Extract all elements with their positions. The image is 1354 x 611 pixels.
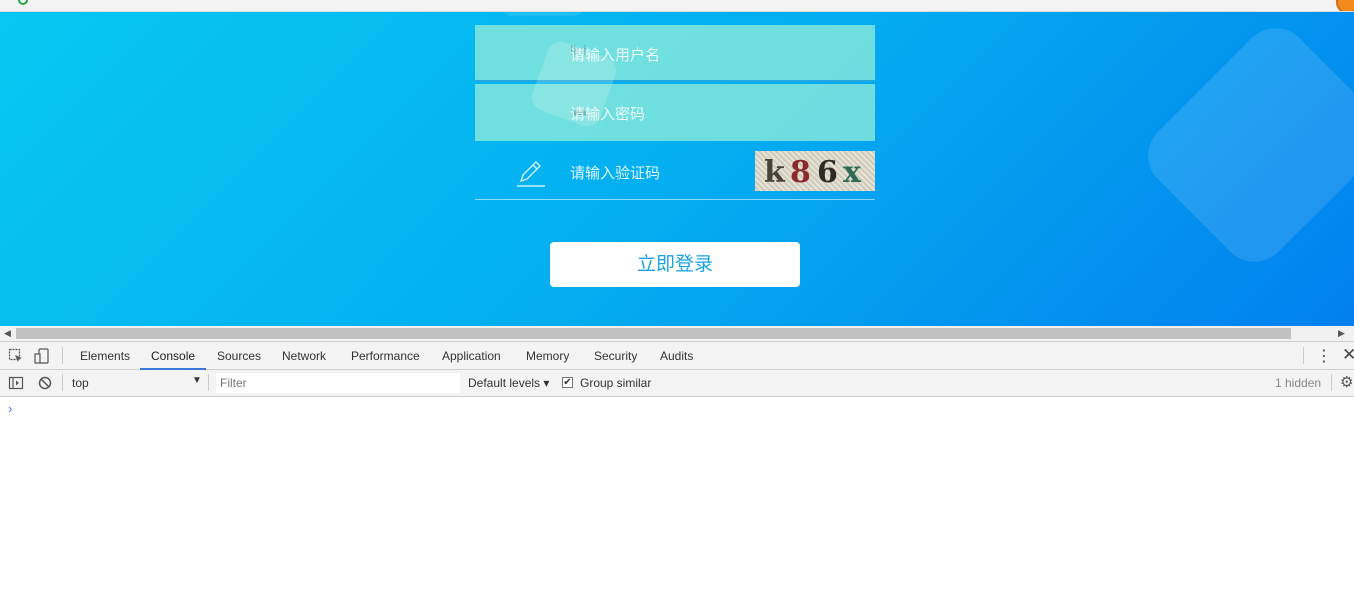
devtools-tab-bar: Elements Console Sources Network Perform…: [0, 341, 1354, 370]
inspect-element-icon[interactable]: [8, 348, 24, 364]
tab-elements[interactable]: Elements: [80, 342, 130, 370]
captcha-image[interactable]: k 8 6 x: [755, 151, 875, 191]
login-button[interactable]: 立即登录: [550, 242, 800, 287]
more-options-icon[interactable]: ⋮: [1316, 346, 1332, 366]
hidden-count: 1 hidden: [1275, 376, 1322, 390]
tab-security[interactable]: Security: [594, 342, 637, 370]
show-sidebar-icon[interactable]: [8, 375, 24, 391]
log-levels-label: Default levels: [468, 376, 541, 390]
horizontal-scrollbar[interactable]: ◀ ▶: [0, 326, 1354, 341]
captcha-char: k: [764, 155, 785, 190]
tab-network[interactable]: Network: [282, 342, 326, 370]
captcha-char: 8: [790, 155, 811, 190]
page-favicon-icon: [18, 0, 28, 5]
decorative-shape: [1134, 14, 1354, 276]
browser-tab-strip: [0, 0, 1354, 12]
browser-profile-icon[interactable]: [1336, 0, 1354, 11]
decorative-shape: [498, 12, 588, 16]
gear-icon[interactable]: ⚙: [1340, 373, 1353, 391]
tab-application[interactable]: Application: [442, 342, 501, 370]
console-toolbar: top ▼ Default levels ▾ ✔ Group similar 1…: [0, 370, 1354, 397]
scroll-left-icon[interactable]: ◀: [4, 328, 11, 339]
close-devtools-icon[interactable]: ✕: [1342, 345, 1354, 365]
tab-performance[interactable]: Performance: [351, 342, 420, 370]
filter-input[interactable]: [216, 373, 460, 393]
console-output[interactable]: ›: [0, 397, 1354, 611]
tab-console[interactable]: Console: [140, 342, 207, 370]
chevron-down-icon[interactable]: ▼: [192, 375, 202, 386]
context-selector[interactable]: top: [72, 376, 89, 390]
username-field[interactable]: lisi 请输入用户名: [475, 25, 875, 82]
pencil-icon: [517, 161, 545, 187]
device-toolbar-icon[interactable]: [34, 348, 50, 364]
login-page: lisi 请输入用户名 ••• 请输入密码 请输入验证码 k 8 6 x 立即登…: [0, 12, 1354, 326]
console-prompt[interactable]: ›: [8, 401, 12, 416]
log-levels-dropdown[interactable]: Default levels ▾: [468, 376, 549, 390]
clear-console-icon[interactable]: [37, 375, 53, 391]
captcha-field[interactable]: 请输入验证码 k 8 6 x: [475, 143, 875, 200]
captcha-char: 6: [817, 155, 838, 190]
group-similar-checkbox[interactable]: ✔: [562, 377, 573, 388]
tab-audits[interactable]: Audits: [660, 342, 693, 370]
group-similar-label: Group similar: [580, 376, 652, 390]
tab-memory[interactable]: Memory: [526, 342, 569, 370]
scroll-right-icon[interactable]: ▶: [1338, 328, 1345, 339]
captcha-placeholder: 请输入验证码: [570, 165, 661, 182]
captcha-char: x: [843, 155, 861, 190]
tab-sources[interactable]: Sources: [217, 342, 261, 370]
scrollbar-thumb[interactable]: [16, 328, 1291, 339]
